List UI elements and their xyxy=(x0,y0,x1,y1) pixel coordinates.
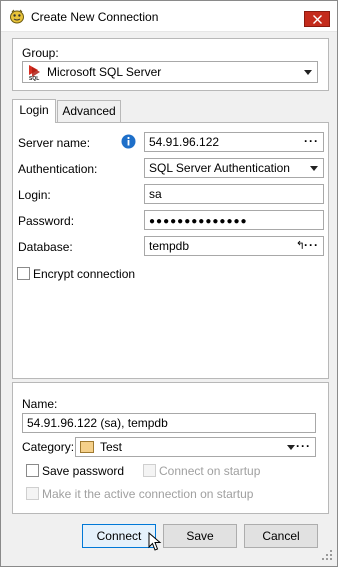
mouse-cursor-icon xyxy=(148,532,162,551)
authentication-select[interactable]: SQL Server Authentication xyxy=(144,158,324,178)
details-panel: Name: 54.91.96.122 (sa), tempdb Category… xyxy=(12,382,329,514)
save-password-label: Save password xyxy=(42,464,125,478)
login-panel: Server name: 54.91.96.122 ··· Authentica… xyxy=(12,122,329,379)
group-panel: Group: SQL Microsoft SQL Server xyxy=(12,38,329,91)
group-value: Microsoft SQL Server xyxy=(47,65,162,79)
server-browse-button[interactable]: ··· xyxy=(304,133,319,149)
name-label: Name: xyxy=(22,397,58,411)
chevron-down-icon xyxy=(287,445,295,450)
login-label: Login: xyxy=(18,188,51,202)
category-color-swatch xyxy=(80,441,94,453)
resize-grip-icon[interactable] xyxy=(321,549,333,561)
category-browse-button[interactable]: ··· xyxy=(296,438,311,454)
authentication-label: Authentication: xyxy=(18,162,98,176)
tab-advanced[interactable]: Advanced xyxy=(57,100,121,122)
chevron-down-icon xyxy=(310,166,318,171)
svg-text:SQL: SQL xyxy=(29,76,39,81)
login-field[interactable]: sa xyxy=(144,184,324,204)
save-button[interactable]: Save xyxy=(163,524,237,548)
close-icon xyxy=(313,15,322,24)
encrypt-checkbox[interactable] xyxy=(17,267,30,280)
window-title: Create New Connection xyxy=(31,10,159,24)
cancel-button[interactable]: Cancel xyxy=(244,524,318,548)
category-select[interactable]: Test ··· xyxy=(75,437,316,457)
password-field[interactable]: ●●●●●●●●●●●●●● xyxy=(144,210,324,230)
title-bar[interactable]: Create New Connection xyxy=(1,1,337,32)
connect-button[interactable]: Connect xyxy=(82,524,156,548)
password-label: Password: xyxy=(18,214,75,228)
group-label: Group: xyxy=(22,46,59,60)
sql-server-icon: SQL xyxy=(29,65,40,81)
encrypt-label: Encrypt connection xyxy=(33,267,136,281)
connect-on-startup-label: Connect on startup xyxy=(159,464,261,478)
close-button[interactable] xyxy=(304,11,330,27)
dialog-window: Create New Connection Group: SQL Microso… xyxy=(0,0,338,567)
make-active-label: Make it the active connection on startup xyxy=(42,487,254,501)
group-select[interactable]: SQL Microsoft SQL Server xyxy=(22,61,318,83)
connect-on-startup-checkbox[interactable] xyxy=(143,464,156,477)
tab-login[interactable]: Login xyxy=(12,99,56,123)
make-active-checkbox[interactable] xyxy=(26,487,39,500)
name-field[interactable]: 54.91.96.122 (sa), tempdb xyxy=(22,413,316,433)
save-password-checkbox[interactable] xyxy=(26,464,39,477)
category-label: Category: xyxy=(22,440,75,454)
app-icon xyxy=(10,9,24,24)
database-label: Database: xyxy=(18,240,73,254)
info-icon[interactable] xyxy=(121,134,136,149)
database-browse-button[interactable]: ··· xyxy=(304,237,319,253)
chevron-down-icon xyxy=(304,70,312,75)
server-name-field[interactable]: 54.91.96.122 ··· xyxy=(144,132,324,152)
server-name-label: Server name: xyxy=(18,136,91,150)
database-field[interactable]: tempdb ↰ ··· xyxy=(144,236,324,256)
